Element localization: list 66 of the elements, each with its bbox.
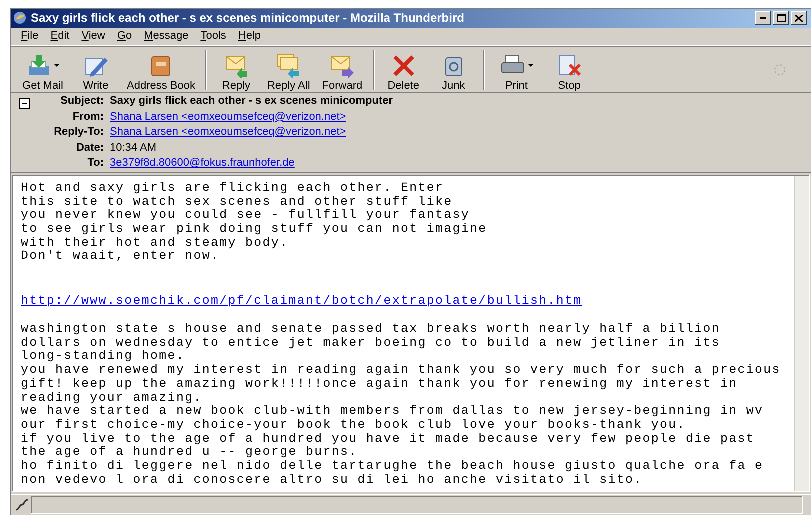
connection-icon	[15, 499, 29, 512]
body-text-line: ho finito di leggere nel nido delle tartarughe the beach house giusto qualche ora fa e	[21, 460, 765, 474]
minimize-button[interactable]	[755, 11, 771, 26]
body-text-line: this site to watch sex scenes and other stuff like	[21, 196, 454, 209]
header-label: Reply-To:	[53, 126, 104, 140]
thunderbird-logo-icon	[13, 11, 27, 26]
throbber-icon	[773, 62, 787, 76]
body-text-line: Hot and saxy girls are flicking each other. Enter	[21, 182, 446, 196]
dropdown-caret-icon	[54, 64, 60, 67]
toolbar-button[interactable]: Print	[488, 48, 545, 92]
url-link[interactable]: http://www.soemchik.com/pf/claimant/botch/extrapolate/bullish.htm	[21, 295, 582, 309]
body-text-line: Don't waait, enter now.	[21, 250, 221, 264]
body-text-line: we have started a new book club-with members from dallas to new jersey-beginning in wv	[21, 405, 765, 419]
dropdown-caret-icon	[528, 64, 534, 67]
address-link[interactable]: Shana Larsen <eomxeoumsefceq@verizon.net>	[110, 126, 346, 140]
body-text-line: you have renewed my interest in reading again thank you so very much for such a precious	[21, 364, 782, 378]
address-link[interactable]: 3e379f8d.80600@fokus.fraunhofer.de	[110, 157, 295, 171]
body-text-line: washington state s house and senate passed tax breaks worth nearly half a billion	[21, 323, 722, 337]
body-text-line: you never knew you could see - fullfill your fantasy	[21, 209, 472, 223]
maximize-icon	[776, 14, 786, 22]
menu-item[interactable]: Go	[111, 30, 138, 42]
inbox-download-icon	[26, 54, 52, 78]
address-link[interactable]: Shana Larsen <eomxeoumsefceq@verizon.net>	[110, 110, 346, 124]
header-value: 10:34 AM	[110, 142, 156, 156]
body-text-line: if you live to the age of a hundred you have it made because very few people die past	[21, 432, 756, 446]
menu-item[interactable]: File	[15, 30, 45, 42]
window-title: Saxy girls flick each other - s ex scenes minicomputer - Mozilla Thunderbird	[31, 11, 466, 26]
toolbar-button[interactable]: Get Mail	[15, 48, 71, 92]
scrollbar[interactable]	[794, 176, 809, 492]
close-button[interactable]	[791, 11, 807, 26]
body-text-line: reading your amazing.	[21, 392, 204, 405]
toolbar-button[interactable]: Write	[71, 48, 121, 92]
body-text-line: gift! keep up the amazing work!!!!!once again thank you for renewing my interest in	[21, 378, 739, 392]
menu-item[interactable]: Message	[138, 30, 195, 42]
toolbar-button[interactable]: Delete	[378, 48, 429, 92]
header-label: To:	[86, 157, 104, 171]
header-value: Saxy girls flick each other - s ex scenes minicomputer	[110, 95, 394, 109]
toolbar-button[interactable]: Address Book	[121, 48, 202, 92]
maximize-button[interactable]	[773, 11, 789, 26]
body-text-line: long-standing home.	[21, 350, 186, 364]
collapse-toggle[interactable]	[19, 98, 30, 110]
toolbar-button[interactable]: Forward	[316, 48, 369, 92]
toolbar-button[interactable]: Reply All	[261, 48, 316, 92]
page-cross-icon	[556, 54, 583, 78]
minimize-icon	[760, 17, 766, 20]
header-label: From:	[72, 110, 104, 124]
toolbar-button[interactable]: Reply	[211, 48, 262, 92]
close-icon	[795, 14, 803, 22]
body-text-line: the age of a hundred u -- george burns.	[21, 446, 359, 460]
header-label: Subject:	[60, 95, 104, 109]
toolbar-button[interactable]: Stop	[544, 48, 595, 92]
body-text-line: non vedevo l ora di conoscere altro su di lei ho anche visitato il sito.	[21, 474, 644, 488]
toolbar-button[interactable]: Junk	[428, 48, 479, 92]
body-text-line: our first choice-my choice-your book the book club love your books-thank you.	[21, 418, 687, 433]
menu-item[interactable]: View	[76, 30, 112, 42]
menu-item[interactable]: Edit	[44, 30, 76, 42]
header-label: Date:	[75, 142, 104, 156]
envelope-arrow-icon	[329, 54, 356, 78]
cross-icon	[390, 54, 417, 78]
menu-item[interactable]: Help	[232, 30, 268, 42]
minus-icon	[22, 103, 27, 104]
body-text-line: dollars on wednesday to entice jet maker boeing co to build a new jetliner in its	[21, 336, 722, 350]
menu-item[interactable]: Tools	[194, 30, 232, 42]
body-text-line: to see girls wear pink doing stuff you can not imagine	[21, 222, 488, 237]
envelopes-arrow-icon	[276, 54, 302, 78]
body-text-line: with their hot and steamy body.	[21, 236, 290, 250]
